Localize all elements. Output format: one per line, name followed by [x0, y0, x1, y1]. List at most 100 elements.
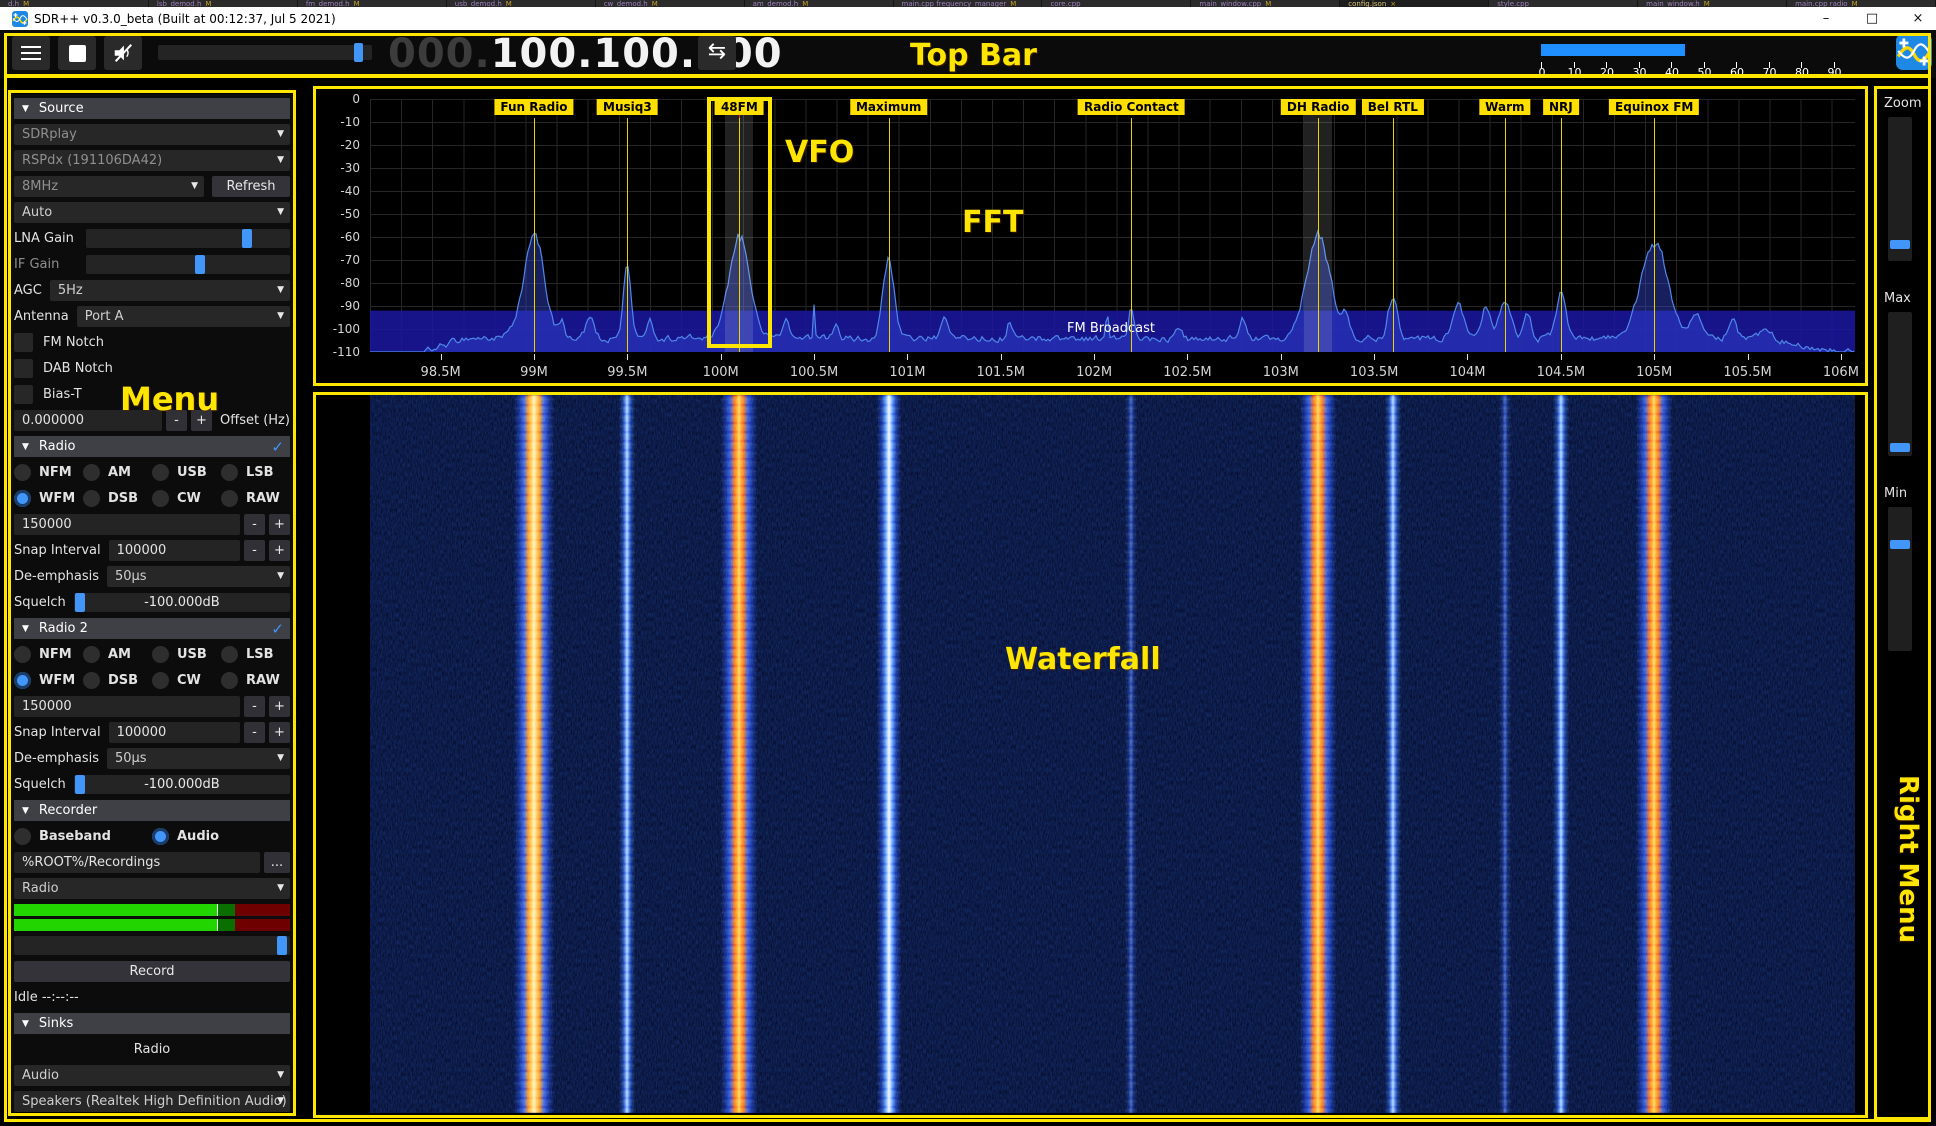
mode-option-lsb[interactable]: LSB [221, 646, 290, 663]
bandwidth-dropdown[interactable]: 8MHz▼ [14, 176, 204, 197]
editor-tab[interactable]: config.json× [1340, 0, 1488, 7]
bias-t-checkbox[interactable] [14, 385, 33, 404]
mode-option-wfm[interactable]: WFM [14, 672, 83, 689]
editor-tab[interactable]: main_window.hM [1638, 0, 1786, 7]
radio-bandwidth-input[interactable]: 150000 [14, 514, 240, 535]
mode-option-usb[interactable]: USB [152, 646, 221, 663]
max-slider-handle[interactable] [1890, 443, 1910, 452]
sink-type-dropdown[interactable]: Audio▼ [14, 1065, 290, 1086]
mode-option-lsb[interactable]: LSB [221, 464, 290, 481]
mode-option-raw[interactable]: RAW [221, 490, 290, 507]
editor-tab[interactable]: cw_demod.hM [596, 0, 744, 7]
station-label-48fm[interactable]: 48FM [715, 99, 764, 115]
editor-tab[interactable]: usb_demod.hM [447, 0, 595, 7]
waterfall-display[interactable] [370, 395, 1855, 1113]
editor-tab[interactable]: main.cpp frequency_managerM [894, 0, 1042, 7]
swap-vfo-button[interactable]: ⇆ [698, 36, 736, 70]
agc-dropdown[interactable]: 5Hz▼ [50, 280, 290, 301]
editor-tab[interactable]: main.cpp radioM [1787, 0, 1935, 7]
snap-plus-button[interactable]: + [269, 540, 290, 561]
squelch-slider[interactable]: -100.000dB [74, 775, 290, 794]
station-label-radio-contact[interactable]: Radio Contact [1078, 99, 1185, 115]
mode-option-cw[interactable]: CW [152, 490, 221, 507]
mode-option-usb[interactable]: USB [152, 464, 221, 481]
mode-option-nfm[interactable]: NFM [14, 646, 83, 663]
mode-option-cw[interactable]: CW [152, 672, 221, 689]
editor-tab-strip[interactable]: d.hMlsb_demod.hMfm_demod.hMusb_demod.hMc… [0, 0, 1936, 7]
mode-option-dsb[interactable]: DSB [83, 490, 152, 507]
offset-plus-button[interactable]: + [191, 410, 212, 431]
record-button[interactable]: Record [14, 961, 290, 982]
offset-minus-button[interactable]: - [166, 410, 187, 431]
source-driver-dropdown[interactable]: SDRplay▼ [14, 124, 290, 145]
mode-option-audio[interactable]: Audio [152, 828, 290, 845]
bandwidth-plus-button[interactable]: + [269, 696, 290, 717]
station-label-maximum[interactable]: Maximum [850, 99, 927, 115]
refresh-button[interactable]: Refresh [212, 176, 290, 197]
module-enabled-check-icon[interactable]: ✓ [271, 620, 284, 638]
source-section-header[interactable]: ▼Source [14, 98, 290, 119]
station-label-dh-radio[interactable]: DH Radio [1281, 99, 1355, 115]
fm-notch-checkbox[interactable] [14, 333, 33, 352]
mute-button[interactable] [104, 36, 142, 70]
maximize-button[interactable]: □ [1862, 11, 1882, 26]
station-label-warm[interactable]: Warm [1479, 99, 1530, 115]
editor-tab[interactable]: lsb_demod.hM [149, 0, 297, 7]
snap-plus-button[interactable]: + [269, 722, 290, 743]
browse-button[interactable]: ... [264, 852, 290, 873]
recorder-volume-slider[interactable] [14, 936, 290, 955]
menu-toggle-button[interactable] [12, 36, 50, 70]
editor-tab[interactable]: style.cpp [1489, 0, 1637, 7]
mode-option-wfm[interactable]: WFM [14, 490, 83, 507]
snap-minus-button[interactable]: - [244, 540, 265, 561]
recording-path-input[interactable]: %ROOT%/Recordings [14, 852, 260, 873]
close-button[interactable]: × [1908, 11, 1928, 26]
bandwidth-plus-button[interactable]: + [269, 514, 290, 535]
sink-device-dropdown[interactable]: Speakers (Realtek High Definition Audio)… [14, 1091, 290, 1112]
zoom-slider-handle[interactable] [1890, 240, 1910, 249]
offset-input[interactable]: 0.000000 [14, 410, 162, 431]
sinks-section-header[interactable]: ▼Sinks [14, 1013, 290, 1034]
module-enabled-check-icon[interactable]: ✓ [271, 438, 284, 456]
recorder-stream-dropdown[interactable]: Radio▼ [14, 878, 290, 899]
fft-plot[interactable]: FM Broadcast Fun RadioMusiq348FMMaximumR… [370, 99, 1855, 352]
editor-tab[interactable]: d.hM [0, 0, 148, 7]
editor-tab[interactable]: fm_demod.hM [298, 0, 446, 7]
de-emphasis-dropdown[interactable]: 50µs▼ [107, 748, 290, 769]
mode-option-am[interactable]: AM [83, 646, 152, 663]
minimize-button[interactable]: – [1816, 11, 1836, 26]
bandwidth-minus-button[interactable]: - [244, 696, 265, 717]
min-slider-handle[interactable] [1890, 540, 1910, 549]
snap-interval-input[interactable]: 100000 [109, 540, 240, 561]
mode-option-nfm[interactable]: NFM [14, 464, 83, 481]
recorder-section-header[interactable]: ▼Recorder [14, 800, 290, 821]
frequency-digits[interactable]: 100.100.000 [491, 31, 783, 77]
radio2-bandwidth-input[interactable]: 150000 [14, 696, 240, 717]
station-label-fun-radio[interactable]: Fun Radio [494, 99, 573, 115]
mode-option-am[interactable]: AM [83, 464, 152, 481]
recorder-volume-handle[interactable] [277, 936, 287, 955]
editor-tab[interactable]: am_demod.hM [745, 0, 893, 7]
station-label-nrj[interactable]: NRJ [1543, 99, 1579, 115]
mode-option-dsb[interactable]: DSB [83, 672, 152, 689]
min-slider[interactable] [1888, 507, 1912, 651]
mode-option-baseband[interactable]: Baseband [14, 828, 152, 845]
radio2-section-header[interactable]: ▼Radio 2✓ [14, 618, 290, 639]
dab-notch-checkbox[interactable] [14, 359, 33, 378]
stop-button[interactable] [58, 36, 96, 70]
lna-gain-slider[interactable] [86, 229, 290, 248]
squelch-slider[interactable]: -100.000dB [74, 593, 290, 612]
if-gain-slider[interactable] [86, 255, 290, 274]
max-slider[interactable] [1888, 312, 1912, 456]
snap-interval-input[interactable]: 100000 [109, 722, 240, 743]
squelch-handle[interactable] [75, 593, 85, 612]
if-agc-dropdown[interactable]: Auto▼ [14, 202, 290, 223]
fft-size-ruler-slider[interactable]: 0102030405060708090 [1541, 42, 1841, 76]
volume-slider-handle[interactable] [354, 43, 363, 62]
station-label-musiq3[interactable]: Musiq3 [597, 99, 658, 115]
editor-tab[interactable]: core.cpp [1042, 0, 1190, 7]
zoom-slider[interactable] [1888, 117, 1912, 261]
antenna-dropdown[interactable]: Port A▼ [77, 306, 290, 327]
de-emphasis-dropdown[interactable]: 50µs▼ [107, 566, 290, 587]
station-label-equinox-fm[interactable]: Equinox FM [1609, 99, 1699, 115]
